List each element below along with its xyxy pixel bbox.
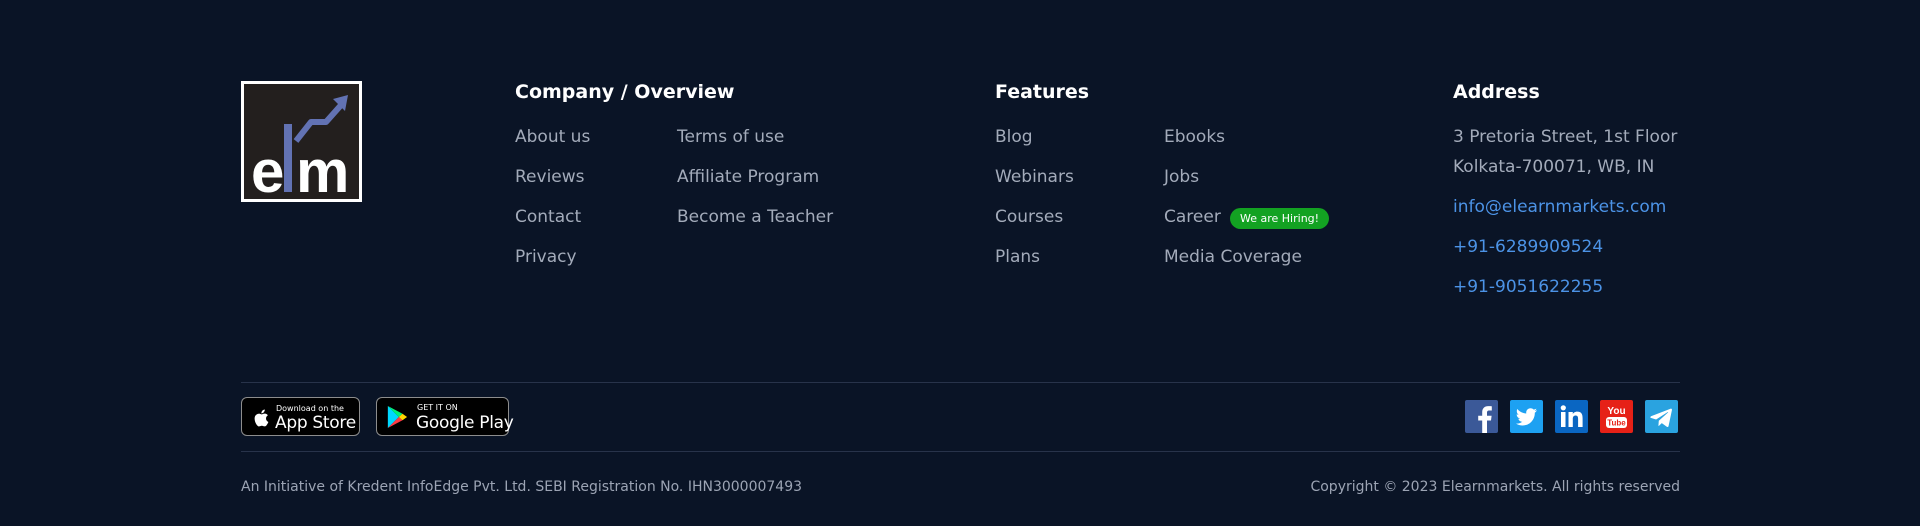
features-heading: Features xyxy=(995,81,1090,103)
sebi-registration-text: An Initiative of Kredent InfoEdge Pvt. L… xyxy=(241,479,803,495)
company-overview-heading: Company / Overview xyxy=(515,81,735,103)
google-play-small-text: GET IT ON xyxy=(417,403,458,412)
svg-text:You: You xyxy=(1607,406,1625,417)
contact-link[interactable]: Contact xyxy=(515,207,581,227)
courses-link[interactable]: Courses xyxy=(995,207,1063,227)
facebook-icon[interactable] xyxy=(1465,400,1498,433)
plans-link[interactable]: Plans xyxy=(995,247,1040,267)
address-heading: Address xyxy=(1453,81,1540,103)
affiliate-program-link[interactable]: Affiliate Program xyxy=(677,167,819,187)
about-us-link[interactable]: About us xyxy=(515,127,590,147)
phone-1-link[interactable]: +91-6289909524 xyxy=(1453,237,1603,257)
ebooks-link[interactable]: Ebooks xyxy=(1164,127,1225,147)
elm-logo-mark: e m xyxy=(244,84,359,199)
apple-icon xyxy=(254,409,269,427)
phone-2-link[interactable]: +91-9051622255 xyxy=(1453,277,1603,297)
blog-link[interactable]: Blog xyxy=(995,127,1033,147)
hiring-badge: We are Hiring! xyxy=(1230,208,1330,229)
svg-text:e: e xyxy=(251,138,284,199)
svg-text:m: m xyxy=(296,138,349,199)
telegram-icon[interactable] xyxy=(1645,400,1678,433)
app-store-small-text: Download on the xyxy=(276,404,344,413)
elm-logo[interactable]: e m xyxy=(241,81,362,202)
email-link[interactable]: info@elearnmarkets.com xyxy=(1453,197,1666,217)
footer-divider-top xyxy=(241,382,1680,383)
app-store-button[interactable]: Download on the App Store xyxy=(241,397,360,436)
copyright-text: Copyright © 2023 Elearnmarkets. All righ… xyxy=(1310,479,1680,495)
career-link[interactable]: Career xyxy=(1164,207,1221,227)
privacy-link[interactable]: Privacy xyxy=(515,247,577,267)
address-line-2: Kolkata-700071, WB, IN xyxy=(1453,157,1655,177)
linkedin-icon[interactable] xyxy=(1555,400,1588,433)
google-play-big-text: Google Play xyxy=(416,413,514,433)
site-footer: e m Company / Overview About us Reviews … xyxy=(0,0,1920,526)
google-play-icon xyxy=(387,406,408,428)
twitter-icon[interactable] xyxy=(1510,400,1543,433)
svg-text:Tube: Tube xyxy=(1607,419,1626,428)
footer-divider-bottom xyxy=(241,451,1680,452)
reviews-link[interactable]: Reviews xyxy=(515,167,585,187)
become-a-teacher-link[interactable]: Become a Teacher xyxy=(677,207,833,227)
webinars-link[interactable]: Webinars xyxy=(995,167,1074,187)
google-play-button[interactable]: GET IT ON Google Play xyxy=(376,397,514,436)
address-line-1: 3 Pretoria Street, 1st Floor xyxy=(1453,127,1678,147)
app-store-big-text: App Store xyxy=(275,413,356,433)
jobs-link[interactable]: Jobs xyxy=(1164,167,1199,187)
terms-of-use-link[interactable]: Terms of use xyxy=(677,127,784,147)
media-coverage-link[interactable]: Media Coverage xyxy=(1164,247,1302,267)
youtube-icon[interactable]: You Tube xyxy=(1600,400,1633,433)
